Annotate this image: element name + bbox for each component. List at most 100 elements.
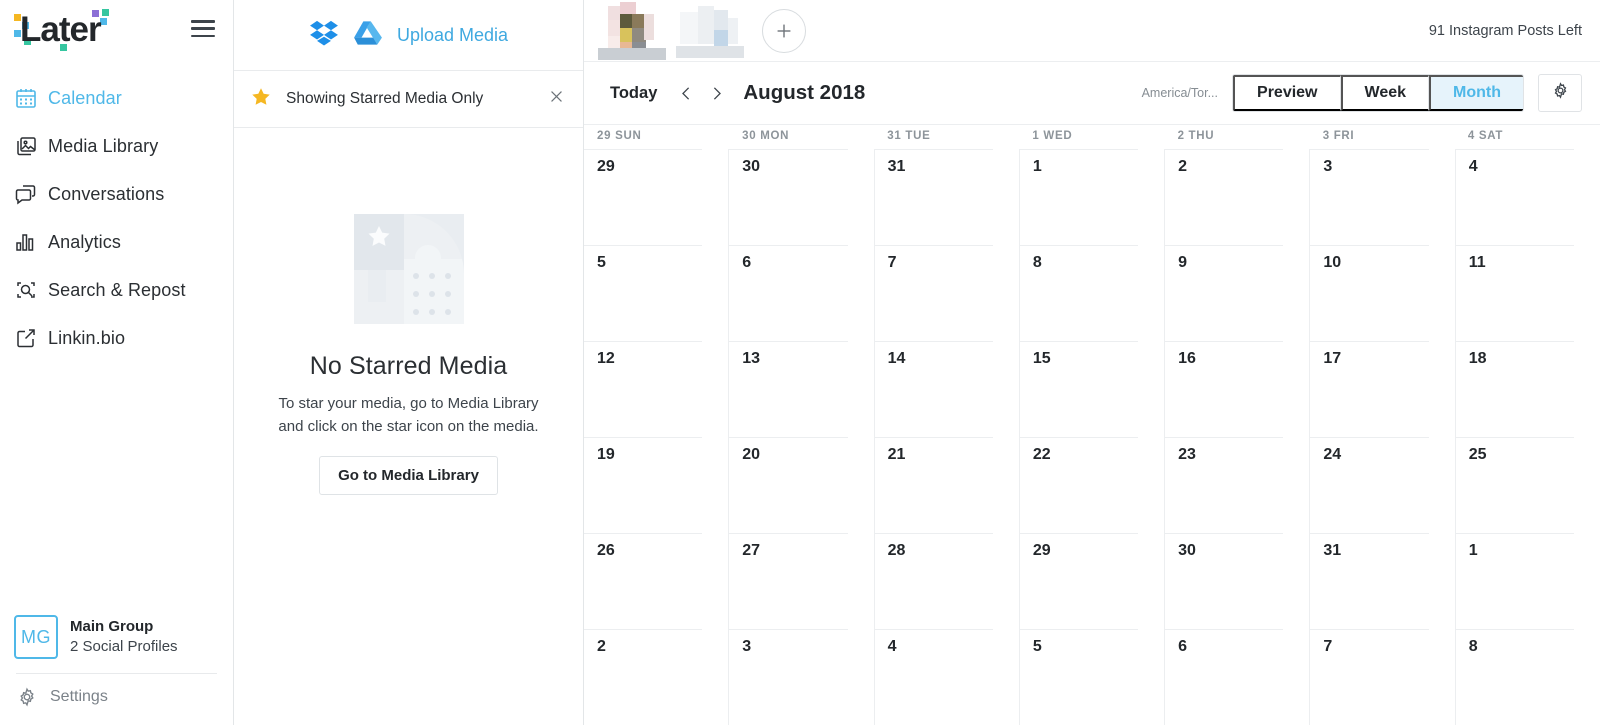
calendar-day-cell[interactable]: 4 [873,629,1019,725]
calendar-day-cell[interactable]: 26 [584,533,728,629]
calendar-week-row: 19 20 21 22 23 24 25 [584,437,1600,533]
search-repost-icon [14,278,48,302]
calendar-day-cell[interactable]: 12 [584,341,728,437]
go-to-media-library-button[interactable]: Go to Media Library [319,456,498,495]
day-number: 14 [887,350,906,367]
today-button[interactable]: Today [610,84,657,103]
sidebar-item-calendar[interactable]: Calendar [0,74,233,122]
calendar-day-cell[interactable]: 3 [1309,149,1454,245]
tab-month[interactable]: Month [1429,75,1523,111]
calendar-day-cell[interactable]: 14 [873,341,1019,437]
calendar-day-cell[interactable]: 20 [728,437,873,533]
calendar-day-cell[interactable]: 7 [1309,629,1454,725]
calendar-day-cell[interactable]: 19 [584,437,728,533]
dropbox-icon[interactable] [309,20,339,51]
profile-thumbnail-2[interactable] [676,1,744,60]
calendar-day-cell[interactable]: 30 [1164,533,1309,629]
calendar-day-cell[interactable]: 1 [1018,149,1164,245]
sidebar-item-label: Calendar [48,87,122,108]
calendar-day-cell[interactable]: 18 [1454,341,1600,437]
avatar: MG [14,615,58,659]
hamburger-icon[interactable] [191,20,215,37]
calendar-day-cell[interactable]: 29 [584,149,728,245]
tab-week[interactable]: Week [1340,75,1430,111]
calendar-day-cell[interactable]: 4 [1454,149,1600,245]
social-profiles [598,1,744,60]
add-profile-button[interactable] [762,8,806,53]
day-number: 22 [1032,446,1051,463]
day-number: 8 [1468,638,1478,655]
day-number: 2 [597,638,606,655]
group-switcher[interactable]: MG Main Group 2 Social Profiles [0,615,233,673]
sidebar-item-analytics[interactable]: Analytics [0,218,233,266]
calendar-day-cell[interactable]: 31 [873,149,1019,245]
calendar-day-cell[interactable]: 17 [1309,341,1454,437]
starred-filter-banner: Showing Starred Media Only [234,71,583,128]
day-number: 6 [742,254,752,271]
calendar-day-cell[interactable]: 10 [1309,245,1454,341]
profile-thumbnail-1[interactable] [598,1,666,60]
day-number: 18 [1468,350,1487,367]
chevron-right-icon[interactable] [701,78,731,108]
sidebar-item-search-repost[interactable]: Search & Repost [0,266,233,314]
calendar-day-cell[interactable]: 24 [1309,437,1454,533]
day-header: 2 THU [1177,130,1215,142]
sidebar-item-media-library[interactable]: Media Library [0,122,233,170]
calendar-day-cell[interactable]: 31 [1309,533,1454,629]
calendar-day-cell[interactable]: 16 [1164,341,1309,437]
sidebar-item-label: Media Library [48,135,159,156]
day-number: 30 [742,158,761,175]
calendar-day-cell[interactable]: 29 [1018,533,1164,629]
day-number: 24 [1323,446,1342,463]
calendar-day-cell[interactable]: 23 [1164,437,1309,533]
calendar-day-cell[interactable]: 2 [1164,149,1309,245]
sidebar-item-conversations[interactable]: Conversations [0,170,233,218]
gear-icon [16,686,50,708]
day-number: 4 [1468,158,1478,175]
chevron-left-icon[interactable] [671,78,701,108]
day-number: 1 [1468,542,1478,559]
calendar-day-cell[interactable]: 2 [584,629,728,725]
day-number: 31 [1323,542,1342,559]
day-number: 4 [887,638,897,655]
calendar-day-cell[interactable]: 21 [873,437,1019,533]
calendar-day-cell[interactable]: 5 [1018,629,1164,725]
calendar-day-cell[interactable]: 11 [1454,245,1600,341]
calendar-day-cell[interactable]: 8 [1018,245,1164,341]
calendar-day-cell[interactable]: 25 [1454,437,1600,533]
settings-label: Settings [50,687,108,705]
close-icon[interactable] [548,88,565,110]
calendar-day-cell[interactable]: 3 [728,629,873,725]
calendar-day-cell[interactable]: 1 [1454,533,1600,629]
day-number: 3 [1323,158,1333,175]
calendar-day-cell[interactable]: 9 [1164,245,1309,341]
day-number: 2 [1178,158,1188,175]
day-number: 10 [1323,254,1342,271]
day-number: 1 [1032,158,1042,175]
sidebar-footer: MG Main Group 2 Social Profiles Settings [0,615,233,725]
calendar-day-cell[interactable]: 15 [1018,341,1164,437]
calendar-day-cell[interactable]: 27 [728,533,873,629]
day-number: 25 [1468,446,1487,463]
sidebar-item-settings[interactable]: Settings [16,673,217,719]
calendar-day-cell[interactable]: 7 [873,245,1019,341]
calendar-toolbar: Today August 2018 America/Tor... Preview… [584,62,1600,125]
calendar-day-cell[interactable]: 6 [1164,629,1309,725]
day-number: 12 [597,350,615,367]
sidebar-item-linkin-bio[interactable]: Linkin.bio [0,314,233,362]
calendar-settings-button[interactable] [1538,74,1582,112]
calendar-day-cell[interactable]: 6 [728,245,873,341]
google-drive-icon[interactable] [353,20,383,51]
calendar-day-cell[interactable]: 28 [873,533,1019,629]
calendar-day-cell[interactable]: 13 [728,341,873,437]
calendar-day-cell[interactable]: 22 [1018,437,1164,533]
calendar-day-cell[interactable]: 5 [584,245,728,341]
tab-preview[interactable]: Preview [1233,75,1341,111]
day-number: 6 [1178,638,1188,655]
day-number: 9 [1178,254,1188,271]
calendar-day-cell[interactable]: 30 [728,149,873,245]
upload-media-button[interactable]: Upload Media [397,25,508,46]
calendar-day-cell[interactable]: 8 [1454,629,1600,725]
posts-left-counter: 91 Instagram Posts Left [1428,22,1582,39]
empty-state-title: No Starred Media [309,352,508,380]
